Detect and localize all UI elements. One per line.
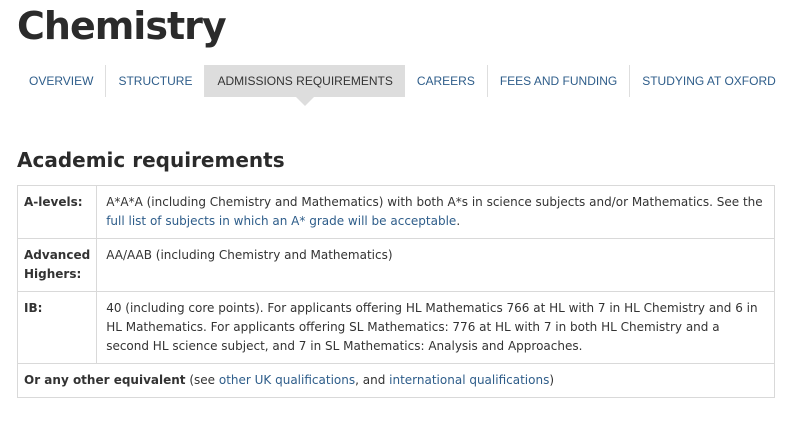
ib-label: IB: bbox=[16, 291, 98, 364]
other-equivalent-cell: Or any other equivalent (see other UK qu… bbox=[17, 363, 775, 398]
other-suffix: ) bbox=[549, 373, 555, 387]
table-row-ib: IB: 40 (including core points). For appl… bbox=[16, 291, 775, 364]
ib-value: 40 (including core points). For applican… bbox=[96, 291, 775, 364]
course-tabs: OVERVIEW STRUCTURE ADMISSIONS REQUIREMEN… bbox=[17, 65, 788, 106]
tab-studying-at-oxford[interactable]: STUDYING AT OXFORD bbox=[630, 65, 788, 97]
advanced-highers-label: Advanced Highers: bbox=[16, 238, 98, 292]
tab-overview[interactable]: OVERVIEW bbox=[17, 65, 107, 97]
other-equivalent-label: Or any other equivalent bbox=[24, 373, 186, 387]
advanced-highers-value: AA/AAB (including Chemistry and Mathemat… bbox=[96, 238, 775, 292]
other-uk-qualifications-link[interactable]: other UK qualifications bbox=[219, 373, 355, 387]
requirements-table: A-levels: A*A*A (including Chemistry and… bbox=[16, 185, 775, 398]
acceptable-subjects-link[interactable]: full list of subjects in which an A* gra… bbox=[106, 214, 456, 228]
alevels-label: A-levels: bbox=[16, 185, 98, 239]
international-qualifications-link[interactable]: international qualifications bbox=[389, 373, 549, 387]
tab-admissions-requirements[interactable]: ADMISSIONS REQUIREMENTS bbox=[205, 65, 405, 106]
table-row-advanced-highers: Advanced Highers: AA/AAB (including Chem… bbox=[16, 238, 775, 292]
other-middle: , and bbox=[355, 373, 390, 387]
alevels-value: A*A*A (including Chemistry and Mathemati… bbox=[96, 185, 775, 239]
alevels-suffix: . bbox=[456, 214, 461, 228]
table-row-other: Or any other equivalent (see other UK qu… bbox=[17, 363, 775, 398]
page-title: Chemistry bbox=[17, 4, 227, 48]
tab-structure[interactable]: STRUCTURE bbox=[106, 65, 206, 97]
alevels-text: A*A*A (including Chemistry and Mathemati… bbox=[106, 195, 763, 209]
tab-fees-and-funding[interactable]: FEES AND FUNDING bbox=[488, 65, 631, 97]
other-prefix: (see bbox=[185, 373, 219, 387]
tab-careers[interactable]: CAREERS bbox=[405, 65, 488, 97]
section-title: Academic requirements bbox=[17, 148, 285, 172]
table-row-alevels: A-levels: A*A*A (including Chemistry and… bbox=[16, 185, 775, 239]
